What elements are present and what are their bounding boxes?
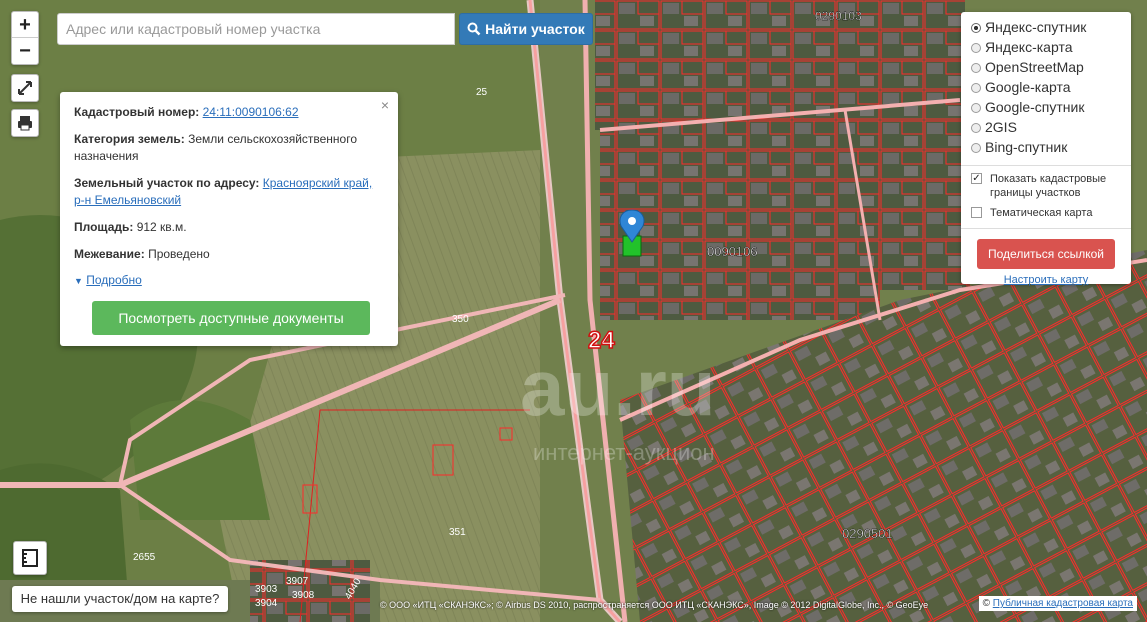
layer-option-label: OpenStreetMap: [985, 59, 1084, 75]
checkbox-icon: [971, 207, 982, 218]
quarter-label: 0290501: [842, 526, 893, 541]
show-borders-checkbox[interactable]: ✓ Показать кадастровые границы участков: [971, 172, 1121, 200]
search-icon: [467, 22, 481, 36]
map-attribution: © ООО «ИТЦ «СКАНЭКС»; © Airbus DS 2010, …: [380, 600, 929, 610]
parcel-label: 351: [449, 527, 466, 538]
area-row: Площадь: 912 кв.м.: [74, 219, 384, 236]
land-category-label: Категория земель:: [74, 132, 185, 146]
fullscreen-button[interactable]: [11, 74, 39, 102]
parcel-label: 3903: [255, 584, 278, 595]
layer-option[interactable]: Bing-спутник: [971, 137, 1121, 157]
layer-option[interactable]: OpenStreetMap: [971, 57, 1121, 77]
search-input[interactable]: [57, 13, 455, 45]
layer-option-label: 2GIS: [985, 119, 1017, 135]
radio-checked-icon: [971, 23, 981, 33]
find-parcel-label: Найти участок: [485, 21, 585, 37]
close-icon[interactable]: ×: [381, 97, 389, 113]
details-link[interactable]: Подробно: [86, 273, 142, 287]
thematic-map-checkbox[interactable]: Тематическая карта: [971, 206, 1121, 220]
layer-option[interactable]: Яндекс-карта: [971, 37, 1121, 57]
zoom-in-button[interactable]: +: [12, 12, 38, 38]
public-cadastral-map-link[interactable]: Публичная кадастровая карта: [993, 598, 1133, 609]
watermark: au.ru: [520, 343, 716, 432]
radio-icon: [971, 83, 981, 93]
survey-label: Межевание:: [74, 247, 145, 261]
quarter-label: 0090106: [707, 244, 758, 259]
survey-row: Межевание: Проведено: [74, 246, 384, 263]
survey-value: Проведено: [148, 247, 210, 261]
configure-map-link[interactable]: Настроить карту: [971, 274, 1121, 286]
radio-icon: [971, 63, 981, 73]
divider: [961, 165, 1131, 166]
cadastral-number-label: Кадастровый номер:: [74, 105, 200, 119]
ruler-icon: [22, 549, 38, 567]
layer-option-label: Google-карта: [985, 79, 1071, 95]
layer-option-label: Яндекс-спутник: [985, 19, 1087, 35]
radio-icon: [971, 103, 981, 113]
divider: [961, 228, 1131, 229]
details-toggle[interactable]: ▼ Подробно: [74, 273, 384, 287]
ruler-button[interactable]: [13, 541, 47, 575]
cadastral-number-link[interactable]: 24:11:0090106:62: [203, 105, 299, 119]
address-row: Земельный участок по адресу: Красноярски…: [74, 175, 384, 209]
quarter-label: 0290103: [815, 9, 862, 23]
area-value: 912 кв.м.: [136, 220, 187, 234]
layer-option[interactable]: 2GIS: [971, 117, 1121, 137]
watermark-subtitle: интернет-аукцион: [533, 440, 715, 465]
expand-icon: [18, 81, 32, 95]
map-layers-panel: Яндекс-спутник Яндекс-карта OpenStreetMap G…: [961, 12, 1131, 286]
parcel-info-popup: × Кадастровый номер: 24:11:0090106:62 Ка…: [60, 92, 398, 346]
checkbox-checked-icon: ✓: [971, 173, 982, 184]
share-link-button[interactable]: Поделиться ссылкой: [977, 239, 1115, 269]
area-label: Площадь:: [74, 220, 134, 234]
radio-icon: [971, 43, 981, 53]
address-label: Земельный участок по адресу:: [74, 176, 260, 190]
parcel-label: 3904: [255, 598, 278, 609]
cadastral-attribution: © Публичная кадастровая карта: [978, 596, 1137, 611]
layer-option[interactable]: Яндекс-спутник: [971, 17, 1121, 37]
copyright-symbol: ©: [982, 598, 990, 609]
zoom-control: + −: [11, 11, 39, 65]
show-borders-label: Показать кадастровые границы участков: [990, 173, 1107, 199]
layer-option-label: Google-спутник: [985, 99, 1085, 115]
cadastral-number-row: Кадастровый номер: 24:11:0090106:62: [74, 104, 384, 121]
parcel-label: 25: [476, 87, 488, 98]
radio-icon: [971, 143, 981, 153]
view-documents-button[interactable]: Посмотреть доступные документы: [92, 301, 370, 335]
layer-option-label: Bing-спутник: [985, 139, 1068, 155]
zoom-out-button[interactable]: −: [12, 38, 38, 64]
parcel-label: 350: [452, 314, 469, 325]
radio-icon: [971, 123, 981, 133]
thematic-map-label: Тематическая карта: [990, 207, 1093, 219]
layer-option-label: Яндекс-карта: [985, 39, 1073, 55]
layer-option[interactable]: Google-карта: [971, 77, 1121, 97]
printer-icon: [18, 116, 32, 131]
layer-option[interactable]: Google-спутник: [971, 97, 1121, 117]
parcel-label: 2655: [133, 552, 156, 563]
parcel-label: 3908: [292, 590, 315, 601]
find-parcel-button[interactable]: Найти участок: [459, 13, 593, 45]
parcel-label: 3907: [286, 576, 309, 587]
caret-down-icon: ▼: [74, 276, 83, 286]
not-found-button[interactable]: Не нашли участок/дом на карте?: [12, 586, 228, 612]
land-category-row: Категория земель: Земли сельскохозяйстве…: [74, 131, 384, 165]
print-button[interactable]: [11, 109, 39, 137]
